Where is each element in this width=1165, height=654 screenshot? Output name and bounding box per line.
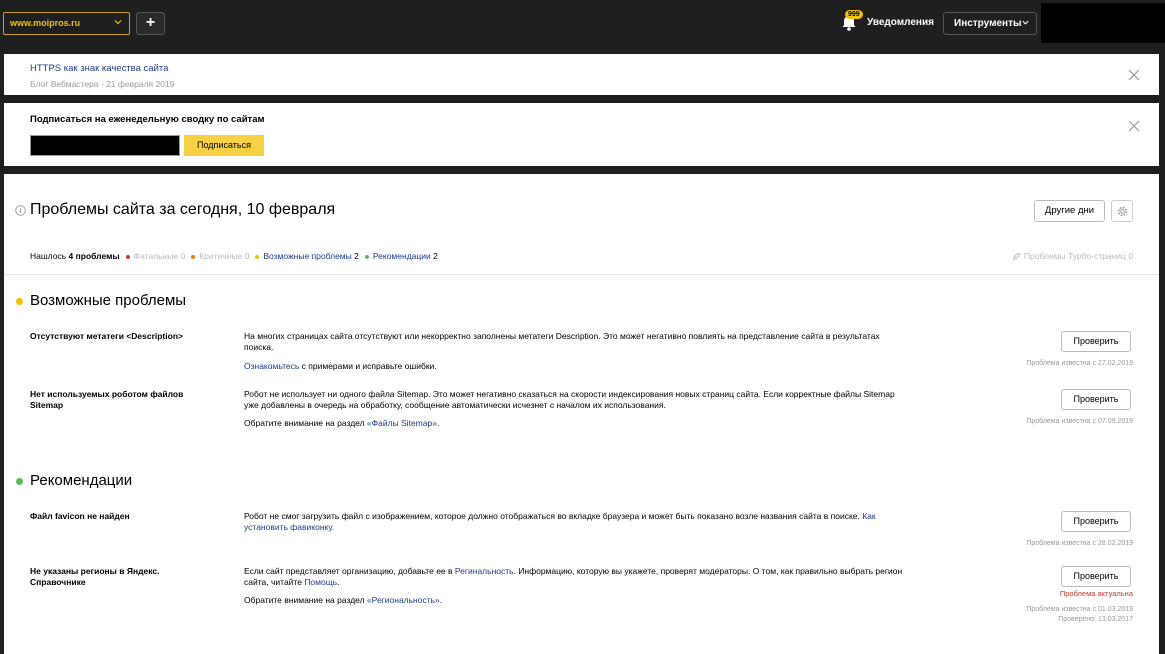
filter-turbo[interactable]: Проблемы Турбо-страниц 0 (1011, 251, 1133, 262)
issue-known-since: Проблема известна с 01.03.2019 (1026, 606, 1133, 613)
tools-dropdown-button[interactable]: Инструменты (943, 12, 1037, 35)
site-select-label: www.moipros.ru (10, 18, 81, 28)
issue-description: Робот не использует ни одного файла Site… (244, 389, 895, 410)
check-button[interactable]: Проверить (1061, 331, 1131, 352)
recommend-dot-icon (364, 254, 369, 259)
subscribe-title: Подписаться на еженедельную сводку по са… (30, 114, 265, 125)
issue-known-since: Проблема известна с 07.09.2019 (1026, 418, 1133, 425)
issue-known-since: Проблема известна с 28.02.2019 (1026, 540, 1133, 547)
help-link[interactable]: Помощь (304, 577, 337, 587)
check-button[interactable]: Проверить (1061, 511, 1131, 532)
issue-extra: Обратите внимание на раздел «Регионально… (244, 595, 442, 605)
issue-name: Отсутствуют метатеги <Description> (30, 331, 183, 341)
filter-recommend-count: 2 (433, 251, 438, 261)
issue-known-since: Проблема известна с 27.02.2019 (1026, 360, 1133, 367)
issue-description: На многих страницах сайта отсутствуют ил… (244, 331, 880, 352)
possible-dot-icon (255, 254, 260, 259)
site-select[interactable]: www.moipros.ru (3, 12, 130, 35)
issue-description: Робот не смог загрузить файл с изображен… (244, 511, 904, 533)
filter-possible-label: Возможные проблемы (263, 251, 352, 261)
close-icon[interactable] (1128, 69, 1140, 81)
chevron-down-icon (1022, 20, 1029, 25)
blog-post-meta: Блог Вебмастера · 21 февраля 2019 (30, 79, 175, 89)
issue-extra-tail: . (436, 418, 440, 428)
email-field[interactable] (30, 135, 180, 156)
notifications-count-badge: 999 (845, 10, 863, 19)
summary-found-prefix: Нашлось (30, 251, 67, 261)
summary-found-count: 4 проблемы (68, 251, 120, 261)
critical-dot-icon (191, 254, 196, 259)
issue-name: Не указаны регионы в Яндекс. Справочнике (30, 566, 160, 587)
possible-section-dot-icon (16, 298, 23, 305)
issue-checked-date: Проверено: 13.03.2017 (1058, 616, 1133, 623)
filter-recommend[interactable]: Рекомендации 2 (364, 251, 438, 261)
filter-critical[interactable]: Критичные 0 (191, 251, 249, 261)
check-button[interactable]: Проверить (1061, 389, 1131, 410)
summary-found: Нашлось 4 проблемы (30, 251, 120, 261)
check-button[interactable]: Проверить (1061, 566, 1131, 587)
blog-notice-card: HTTPS как знак качества сайта Блог Вебма… (4, 54, 1159, 95)
issue-name: Нет используемых роботом файлов Sitemap (30, 389, 184, 410)
filter-recommend-label: Рекомендации (372, 251, 431, 261)
divider (4, 274, 1159, 275)
regional-section-link[interactable]: «Региональность» (367, 595, 440, 605)
filter-fatal[interactable]: Фатальные 0 (125, 251, 186, 261)
issue-extra-text: Обратите внимание на раздел (244, 595, 367, 605)
issue-extra-text: с примерами и исправьте ошибки. (299, 361, 437, 371)
issue-extra: Ознакомьтесь с примерами и исправьте оши… (244, 361, 437, 371)
issue-extra-text: Обратите внимание на раздел (244, 418, 367, 428)
recommend-section-dot-icon (16, 478, 23, 485)
tools-dropdown-label: Инструменты (954, 18, 1022, 29)
sitemap-section-link[interactable]: «Файлы Sitemap» (367, 418, 437, 428)
issue-description-text: Если сайт представляет организацию, доба… (244, 566, 455, 576)
issue-status-badge: Проблема актуальна (1059, 589, 1133, 598)
blog-post-link[interactable]: HTTPS как знак качества сайта (30, 63, 168, 74)
top-bar: www.moipros.ru + 999 Уведомления Инструм… (0, 0, 1165, 46)
issue-extra: Обратите внимание на раздел «Файлы Sitem… (244, 418, 439, 428)
issue-description: Если сайт представляет организацию, доба… (244, 566, 904, 588)
issue-description-tail: . (337, 577, 340, 587)
gear-icon (1117, 206, 1128, 217)
filter-possible[interactable]: Возможные проблемы 2 (255, 251, 359, 261)
filter-critical-label: Критичные 0 (199, 251, 250, 261)
regional-link[interactable]: Регинальность (455, 566, 514, 576)
other-days-button[interactable]: Другие дни (1034, 200, 1105, 222)
filter-fatal-label: Фатальные 0 (133, 251, 186, 261)
info-icon[interactable] (15, 205, 26, 216)
subscribe-card: Подписаться на еженедельную сводку по са… (4, 103, 1159, 166)
notifications-link[interactable]: Уведомления (867, 17, 934, 28)
issue-description-text: Робот не смог загрузить файл с изображен… (244, 511, 863, 521)
problems-summary: Нашлось 4 проблемы Фатальные 0 Критичные… (30, 251, 438, 261)
examples-link[interactable]: Ознакомьтесь (244, 361, 299, 371)
filter-possible-count: 2 (354, 251, 359, 261)
user-account-redacted[interactable] (1041, 3, 1165, 43)
add-site-button[interactable]: + (136, 12, 165, 35)
subscribe-button[interactable]: Подписаться (184, 135, 264, 156)
page-title: Проблемы сайта за сегодня, 10 февраля (30, 201, 336, 218)
fatal-dot-icon (125, 254, 130, 259)
issue-name: Файл favicon не найден (30, 511, 130, 521)
settings-button[interactable] (1111, 200, 1133, 222)
rocket-icon (1012, 252, 1020, 261)
chevron-down-icon (114, 20, 122, 25)
filter-turbo-label: Проблемы Турбо-страниц 0 (1023, 251, 1133, 261)
close-icon[interactable] (1128, 120, 1140, 132)
issue-extra-tail: . (439, 595, 443, 605)
site-problems-card: Проблемы сайта за сегодня, 10 февраля Др… (4, 174, 1159, 654)
section-title-recommend: Рекомендации (30, 472, 133, 489)
section-title-possible: Возможные проблемы (30, 292, 187, 309)
